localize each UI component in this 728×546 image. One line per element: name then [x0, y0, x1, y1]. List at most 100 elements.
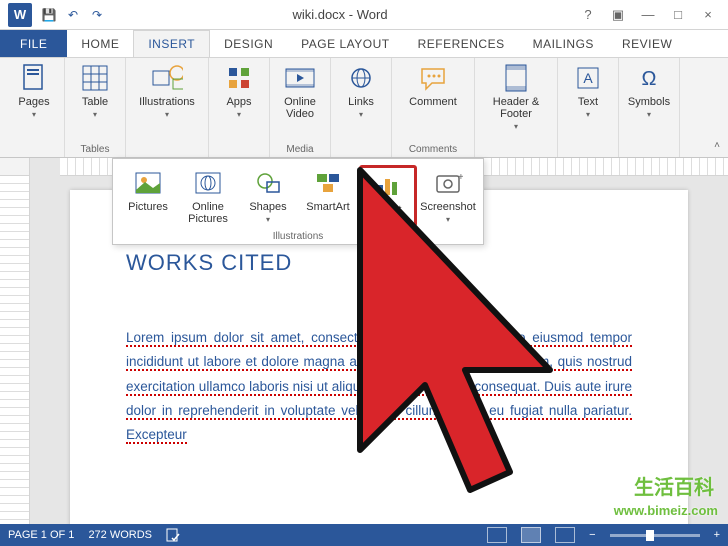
- online-pictures-button[interactable]: Online Pictures: [179, 165, 237, 227]
- header-footer-label: Header & Footer: [481, 96, 551, 120]
- status-words[interactable]: 272 WORDS: [88, 529, 152, 541]
- heading-works-cited: WORKS CITED: [126, 250, 632, 276]
- vertical-ruler: [0, 176, 30, 524]
- group-label-tables: Tables: [81, 144, 110, 155]
- group-pages: Pages ▾: [4, 58, 65, 157]
- view-web-button[interactable]: [555, 527, 575, 543]
- chevron-down-icon: ▾: [32, 110, 36, 119]
- proofing-icon[interactable]: [166, 528, 182, 542]
- svg-text:A: A: [583, 70, 593, 86]
- tab-insert[interactable]: INSERT: [133, 30, 210, 57]
- chevron-down-icon: ▾: [237, 110, 241, 119]
- chevron-down-icon: ▾: [359, 110, 363, 119]
- pictures-button[interactable]: Pictures: [119, 165, 177, 227]
- tab-mailings[interactable]: MAILINGS: [519, 30, 608, 57]
- svg-text:Ω: Ω: [642, 68, 657, 90]
- comment-label: Comment: [409, 96, 457, 108]
- ribbon-display-button[interactable]: ▣: [604, 4, 632, 26]
- smartart-button[interactable]: SmartArt: [299, 165, 357, 227]
- help-button[interactable]: ?: [574, 4, 602, 26]
- illustrations-icon: [151, 62, 183, 94]
- online-video-label: Online Video: [276, 96, 324, 120]
- chevron-down-icon: ▾: [647, 110, 651, 119]
- body-paragraph: Lorem ipsum dolor sit amet, consectetur …: [126, 326, 632, 447]
- watermark-cn: 生活百科: [634, 471, 714, 500]
- redo-button[interactable]: ↷: [88, 6, 106, 24]
- chart-icon: [372, 170, 404, 202]
- tab-references[interactable]: REFERENCES: [404, 30, 519, 57]
- save-button[interactable]: 💾: [40, 6, 58, 24]
- table-icon: [79, 62, 111, 94]
- smartart-icon: [312, 167, 344, 199]
- shapes-button[interactable]: Shapes ▾: [239, 165, 297, 227]
- illustrations-dropdown: Pictures Online Pictures Shapes ▾ SmartA…: [112, 158, 484, 245]
- table-button[interactable]: Table ▾: [69, 60, 121, 121]
- close-button[interactable]: ×: [694, 4, 722, 26]
- tab-design[interactable]: DESIGN: [210, 30, 287, 57]
- screenshot-button[interactable]: + Screenshot ▾: [419, 165, 477, 227]
- view-read-button[interactable]: [487, 527, 507, 543]
- watermark-url: www.bimeiz.com: [614, 503, 718, 518]
- zoom-slider[interactable]: [610, 534, 700, 537]
- window-controls: ? ▣ — □ ×: [574, 4, 722, 26]
- chevron-down-icon: ▾: [586, 110, 590, 119]
- group-text: A Text ▾: [558, 58, 619, 157]
- ruler-corner: [0, 158, 30, 176]
- link-icon: [345, 62, 377, 94]
- screenshot-icon: +: [432, 167, 464, 199]
- apps-button[interactable]: Apps ▾: [213, 60, 265, 121]
- ribbon-insert: Pages ▾ Table ▾ Tables Illustratio: [0, 58, 728, 158]
- group-label-comments: Comments: [409, 144, 457, 155]
- group-comments: Comment Comments: [392, 58, 475, 157]
- symbols-button[interactable]: Ω Symbols ▾: [623, 60, 675, 121]
- tab-file[interactable]: FILE: [0, 30, 67, 57]
- group-apps: Apps ▾: [209, 58, 270, 157]
- pages-icon: [18, 62, 50, 94]
- group-label-media: Media: [286, 144, 313, 155]
- undo-button[interactable]: ↶: [64, 6, 82, 24]
- omega-icon: Ω: [633, 62, 665, 94]
- chevron-down-icon: ▾: [93, 110, 97, 119]
- links-button[interactable]: Links ▾: [335, 60, 387, 121]
- apps-icon: [223, 62, 255, 94]
- group-illustrations: Illustrations ▾: [126, 58, 209, 157]
- table-label: Table: [82, 96, 108, 108]
- chevron-down-icon: ▾: [165, 110, 169, 119]
- comment-icon: [417, 62, 449, 94]
- illustrations-button[interactable]: Illustrations ▾: [130, 60, 204, 121]
- online-pictures-icon: [192, 167, 224, 199]
- chevron-down-icon: ▾: [446, 215, 450, 224]
- quick-access-toolbar: 💾 ↶ ↷: [40, 6, 106, 24]
- group-tables: Table ▾ Tables: [65, 58, 126, 157]
- video-icon: [284, 62, 316, 94]
- text-button[interactable]: A Text ▾: [562, 60, 614, 121]
- chart-button[interactable]: Chart: [359, 165, 417, 227]
- window-title: wiki.docx - Word: [106, 7, 574, 22]
- status-page[interactable]: PAGE 1 OF 1: [8, 529, 74, 541]
- view-print-button[interactable]: [521, 527, 541, 543]
- status-bar: PAGE 1 OF 1 272 WORDS − +: [0, 524, 728, 546]
- tab-home[interactable]: HOME: [67, 30, 133, 57]
- comment-button[interactable]: Comment: [396, 60, 470, 110]
- tab-page-layout[interactable]: PAGE LAYOUT: [287, 30, 403, 57]
- title-bar: W 💾 ↶ ↷ wiki.docx - Word ? ▣ — □ ×: [0, 0, 728, 30]
- pictures-icon: [132, 167, 164, 199]
- chevron-down-icon: ▾: [514, 122, 518, 131]
- text-icon: A: [572, 62, 604, 94]
- text-label: Text: [578, 96, 598, 108]
- pages-button[interactable]: Pages ▾: [8, 60, 60, 121]
- pages-label: Pages: [18, 96, 49, 108]
- header-footer-button[interactable]: Header & Footer ▾: [479, 60, 553, 133]
- links-label: Links: [348, 96, 374, 108]
- maximize-button[interactable]: □: [664, 4, 692, 26]
- shapes-icon: [252, 167, 284, 199]
- collapse-ribbon-icon[interactable]: ˄: [714, 140, 720, 151]
- online-video-button[interactable]: Online Video: [274, 60, 326, 122]
- minimize-button[interactable]: —: [634, 4, 662, 26]
- word-logo-icon: W: [8, 3, 32, 27]
- illustrations-caption: Illustrations: [119, 231, 477, 242]
- chevron-down-icon: ▾: [266, 215, 270, 224]
- tab-review[interactable]: REVIEW: [608, 30, 686, 57]
- zoom-out-button[interactable]: −: [589, 529, 595, 541]
- zoom-in-button[interactable]: +: [714, 529, 720, 541]
